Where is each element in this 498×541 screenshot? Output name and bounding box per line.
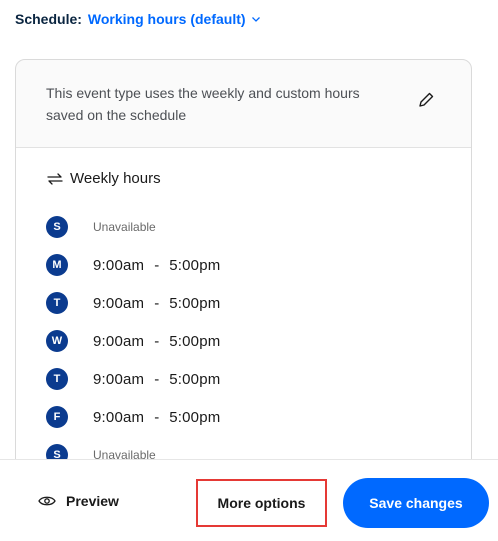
day-status: Unavailable (93, 220, 156, 234)
event-availability-panel: Schedule: Working hours (default) This e… (0, 0, 498, 541)
chevron-down-icon (251, 17, 260, 22)
day-start-time: 9:00am (93, 370, 145, 388)
pencil-icon[interactable] (416, 90, 436, 110)
day-row-friday: F 9:00am - 5:00pm (46, 406, 220, 428)
card-body: Weekly hours S Unavailable M 9:00am - 5:… (16, 148, 471, 480)
card-description: This event type uses the weekly and cust… (46, 85, 360, 123)
time-separator: - (154, 408, 160, 426)
day-badge: M (46, 254, 68, 276)
time-separator: - (154, 370, 160, 388)
preview-button[interactable]: Preview (38, 493, 119, 509)
day-badge: T (46, 292, 68, 314)
day-start-time: 9:00am (93, 408, 145, 426)
preview-label: Preview (66, 493, 119, 509)
day-badge: F (46, 406, 68, 428)
schedule-dropdown[interactable]: Working hours (default) (88, 11, 261, 27)
day-end-time: 5:00pm (169, 370, 221, 388)
schedule-value: Working hours (default) (87, 11, 246, 27)
day-end-time: 5:00pm (169, 408, 221, 426)
more-options-button[interactable]: More options (196, 479, 327, 527)
day-start-time: 9:00am (93, 332, 145, 350)
day-badge: W (46, 330, 68, 352)
day-row-monday: M 9:00am - 5:00pm (46, 254, 220, 276)
repeat-icon (47, 172, 63, 185)
day-row-thursday: T 9:00am - 5:00pm (46, 368, 220, 390)
day-start-time: 9:00am (93, 256, 145, 274)
time-separator: - (154, 332, 160, 350)
day-row-wednesday: W 9:00am - 5:00pm (46, 330, 220, 352)
day-start-time: 9:00am (93, 294, 145, 312)
schedule-card: This event type uses the weekly and cust… (15, 59, 472, 481)
day-end-time: 5:00pm (169, 332, 221, 350)
card-header: This event type uses the weekly and cust… (16, 60, 471, 148)
eye-icon (38, 496, 56, 506)
schedule-label: Schedule: (15, 11, 82, 27)
day-end-time: 5:00pm (169, 294, 221, 312)
schedule-row: Schedule: Working hours (default) (15, 11, 261, 27)
weekly-hours-title: Weekly hours (70, 170, 161, 187)
footer-bar: Preview More options Save changes (0, 459, 498, 541)
weekly-hours-heading: Weekly hours (46, 170, 161, 187)
day-badge: S (46, 216, 68, 238)
day-badge: T (46, 368, 68, 390)
time-separator: - (154, 294, 160, 312)
save-changes-button[interactable]: Save changes (343, 478, 489, 528)
day-row-sunday: S Unavailable (46, 216, 156, 238)
day-row-tuesday: T 9:00am - 5:00pm (46, 292, 220, 314)
time-separator: - (154, 256, 160, 274)
day-end-time: 5:00pm (169, 256, 221, 274)
